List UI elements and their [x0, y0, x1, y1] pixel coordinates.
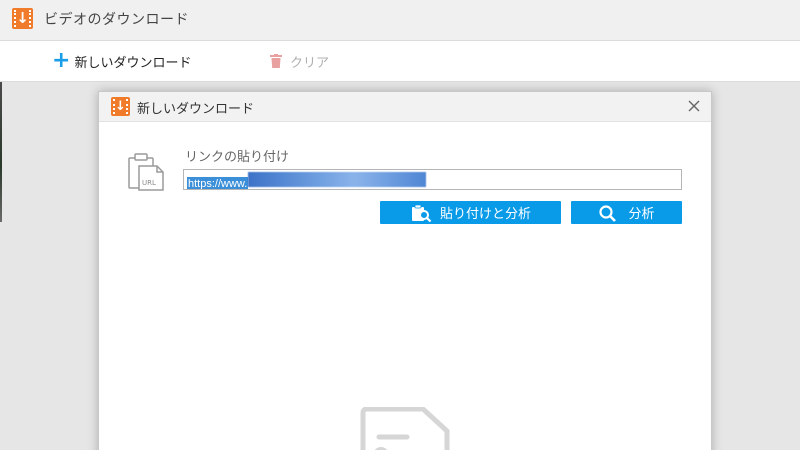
dialog-logo-icon: ↓ — [111, 97, 130, 116]
new-download-dialog: ↓ 新しいダウンロード URL リンクの貼り付け https://www. 貼り… — [98, 91, 712, 450]
close-icon[interactable] — [685, 97, 703, 115]
window-title: ビデオのダウンロード — [44, 12, 189, 28]
app-logo-icon: ↓ — [12, 8, 33, 29]
url-input-text: https://www. — [187, 177, 249, 190]
paste-and-analyze-button[interactable]: 貼り付けと分析 — [380, 201, 561, 224]
empty-document-illustration-icon — [360, 407, 450, 450]
svg-text:URL: URL — [142, 179, 156, 187]
background-window-edge — [0, 82, 2, 222]
dialog-title: 新しいダウンロード — [137, 102, 255, 117]
url-redacted-blur — [248, 172, 427, 187]
search-icon — [599, 204, 617, 222]
analyze-label: 分析 — [628, 207, 655, 222]
new-download-label: 新しいダウンロード — [74, 55, 192, 71]
paste-and-analyze-label: 貼り付けと分析 — [439, 207, 531, 222]
analyze-button[interactable]: 分析 — [571, 201, 682, 224]
main-toolbar: + 新しいダウンロード クリア — [0, 40, 800, 82]
url-file-icon: URL — [128, 153, 164, 191]
window-titlebar: ↓ ビデオのダウンロード — [0, 0, 800, 40]
link-paste-label: リンクの貼り付け — [185, 150, 290, 165]
url-input[interactable]: https://www. — [183, 169, 682, 190]
dialog-titlebar: ↓ 新しいダウンロード — [99, 92, 711, 122]
clipboard-search-icon — [411, 204, 432, 222]
plus-icon: + — [52, 48, 71, 73]
new-download-button[interactable]: + 新しいダウンロード — [52, 50, 191, 72]
clear-label: クリア — [290, 55, 330, 71]
trash-icon — [270, 54, 282, 68]
clear-button[interactable]: クリア — [270, 50, 329, 72]
